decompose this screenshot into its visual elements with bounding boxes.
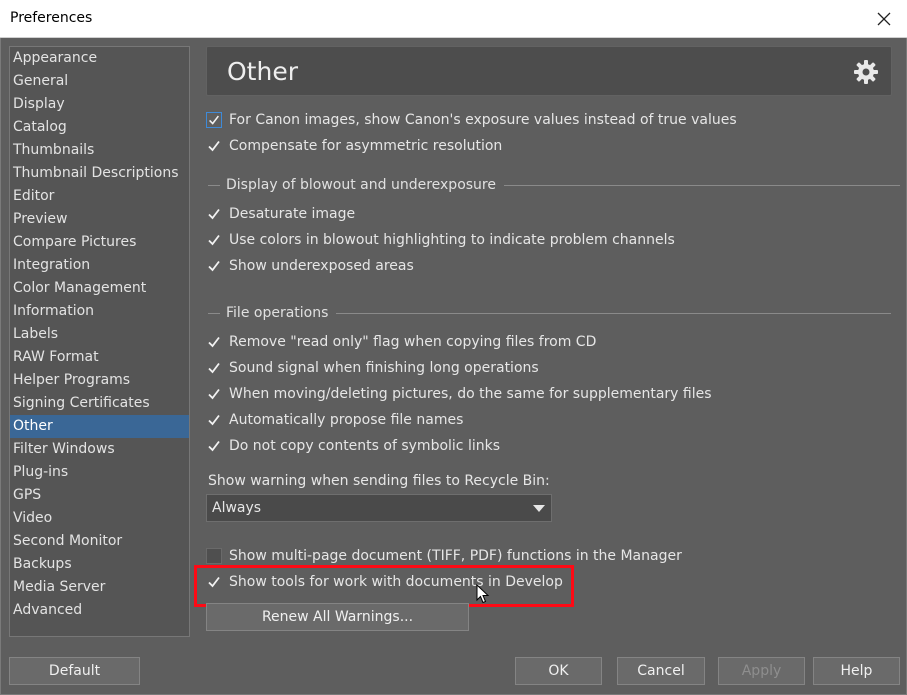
- close-button[interactable]: [861, 0, 907, 38]
- blowout-heading: Display of blowout and underexposure: [226, 177, 496, 193]
- sound-option[interactable]: Sound signal when finishing long operati…: [206, 357, 539, 379]
- desaturate-checkbox[interactable]: [206, 206, 222, 222]
- underexposed-checkbox[interactable]: [206, 258, 222, 274]
- symlinks-option[interactable]: Do not copy contents of symbolic links: [206, 435, 500, 457]
- read-only-option[interactable]: Remove "read only" flag when copying fil…: [206, 331, 596, 353]
- supplementary-option[interactable]: When moving/deleting pictures, do the sa…: [206, 383, 712, 405]
- checkmark-icon: [208, 388, 220, 400]
- use-colors-option[interactable]: Use colors in blowout highlighting to in…: [206, 229, 675, 251]
- sidebar-item-plug-ins[interactable]: Plug-ins: [10, 461, 189, 484]
- blowout-section-heading: Display of blowout and underexposure: [208, 175, 900, 195]
- divider: [208, 312, 220, 314]
- sidebar-item-appearance[interactable]: Appearance: [10, 47, 189, 70]
- canon-exposure-option[interactable]: For Canon images, show Canon's exposure …: [206, 109, 737, 131]
- divider: [336, 312, 892, 314]
- window-title: Preferences: [10, 10, 93, 26]
- symlinks-label: Do not copy contents of symbolic links: [229, 438, 500, 454]
- recycle-warning-label: Show warning when sending files to Recyc…: [208, 473, 550, 489]
- asymmetric-option[interactable]: Compensate for asymmetric resolution: [206, 135, 502, 157]
- symlinks-checkbox[interactable]: [206, 438, 222, 454]
- page-title: Other: [227, 57, 298, 86]
- read-only-checkbox[interactable]: [206, 334, 222, 350]
- sidebar-item-signing-certificates[interactable]: Signing Certificates: [10, 392, 189, 415]
- sidebar: Appearance General Display Catalog Thumb…: [9, 46, 190, 637]
- checkmark-icon: [209, 115, 220, 125]
- checkmark-icon: [208, 234, 220, 246]
- sidebar-item-integration[interactable]: Integration: [10, 254, 189, 277]
- chevron-down-icon: [533, 505, 545, 512]
- sidebar-item-color-management[interactable]: Color Management: [10, 277, 189, 300]
- fileops-heading: File operations: [226, 305, 329, 321]
- sidebar-item-advanced[interactable]: Advanced: [10, 599, 189, 622]
- recycle-warning-select[interactable]: Always: [206, 494, 552, 522]
- sidebar-item-gps[interactable]: GPS: [10, 484, 189, 507]
- use-colors-checkbox[interactable]: [206, 232, 222, 248]
- underexposed-option[interactable]: Show underexposed areas: [206, 255, 414, 277]
- canon-exposure-label: For Canon images, show Canon's exposure …: [229, 112, 737, 128]
- propose-names-checkbox[interactable]: [206, 412, 222, 428]
- asymmetric-label: Compensate for asymmetric resolution: [229, 138, 503, 154]
- checkmark-icon: [208, 440, 220, 452]
- sidebar-item-general[interactable]: General: [10, 70, 189, 93]
- multipage-option[interactable]: Show multi-page document (TIFF, PDF) fun…: [206, 545, 682, 567]
- checkmark-icon: [208, 140, 220, 152]
- read-only-label: Remove "read only" flag when copying fil…: [229, 334, 597, 350]
- renew-warnings-button[interactable]: Renew All Warnings...: [206, 603, 469, 631]
- cancel-button[interactable]: Cancel: [617, 657, 705, 685]
- default-button[interactable]: Default: [9, 657, 140, 685]
- desaturate-label: Desaturate image: [229, 206, 356, 222]
- gear-icon[interactable]: [853, 59, 879, 85]
- sidebar-item-thumbnails[interactable]: Thumbnails: [10, 139, 189, 162]
- divider: [208, 184, 220, 186]
- propose-names-label: Automatically propose file names: [229, 412, 464, 428]
- checkmark-icon: [208, 362, 220, 374]
- sidebar-item-compare-pictures[interactable]: Compare Pictures: [10, 231, 189, 254]
- desaturate-option[interactable]: Desaturate image: [206, 203, 355, 225]
- checkmark-icon: [208, 336, 220, 348]
- sidebar-item-raw-format[interactable]: RAW Format: [10, 346, 189, 369]
- checkmark-icon: [208, 260, 220, 272]
- sidebar-item-filter-windows[interactable]: Filter Windows: [10, 438, 189, 461]
- propose-names-option[interactable]: Automatically propose file names: [206, 409, 463, 431]
- checkmark-icon: [208, 208, 220, 220]
- sidebar-item-catalog[interactable]: Catalog: [10, 116, 189, 139]
- mouse-cursor-icon: [476, 584, 490, 604]
- help-button[interactable]: Help: [813, 657, 900, 685]
- canon-exposure-checkbox[interactable]: [206, 112, 222, 128]
- sidebar-item-information[interactable]: Information: [10, 300, 189, 323]
- page-header: Other: [206, 46, 892, 96]
- underexposed-label: Show underexposed areas: [229, 258, 414, 274]
- supplementary-label: When moving/deleting pictures, do the sa…: [229, 386, 712, 402]
- close-icon: [877, 12, 891, 26]
- sound-checkbox[interactable]: [206, 360, 222, 376]
- use-colors-label: Use colors in blowout highlighting to in…: [229, 232, 675, 248]
- checkmark-icon: [208, 414, 220, 426]
- dialog-body: Appearance General Display Catalog Thumb…: [0, 38, 907, 695]
- sidebar-item-other[interactable]: Other: [10, 415, 189, 438]
- sidebar-item-helper-programs[interactable]: Helper Programs: [10, 369, 189, 392]
- recycle-warning-value: Always: [212, 500, 262, 516]
- sidebar-item-labels[interactable]: Labels: [10, 323, 189, 346]
- ok-button[interactable]: OK: [515, 657, 602, 685]
- highlight-box: [194, 565, 574, 607]
- asymmetric-checkbox[interactable]: [206, 138, 222, 154]
- sound-label: Sound signal when finishing long operati…: [229, 360, 539, 376]
- sidebar-item-editor[interactable]: Editor: [10, 185, 189, 208]
- sidebar-item-second-monitor[interactable]: Second Monitor: [10, 530, 189, 553]
- multipage-label: Show multi-page document (TIFF, PDF) fun…: [229, 548, 682, 564]
- sidebar-item-backups[interactable]: Backups: [10, 553, 189, 576]
- sidebar-item-video[interactable]: Video: [10, 507, 189, 530]
- sidebar-item-thumbnail-descriptions[interactable]: Thumbnail Descriptions: [10, 162, 189, 185]
- multipage-checkbox[interactable]: [206, 548, 222, 564]
- title-bar: Preferences: [0, 0, 907, 38]
- apply-button[interactable]: Apply: [718, 657, 805, 685]
- sidebar-item-media-server[interactable]: Media Server: [10, 576, 189, 599]
- fileops-section-heading: File operations: [208, 303, 892, 323]
- sidebar-item-preview[interactable]: Preview: [10, 208, 189, 231]
- supplementary-checkbox[interactable]: [206, 386, 222, 402]
- divider: [504, 184, 900, 186]
- sidebar-item-display[interactable]: Display: [10, 93, 189, 116]
